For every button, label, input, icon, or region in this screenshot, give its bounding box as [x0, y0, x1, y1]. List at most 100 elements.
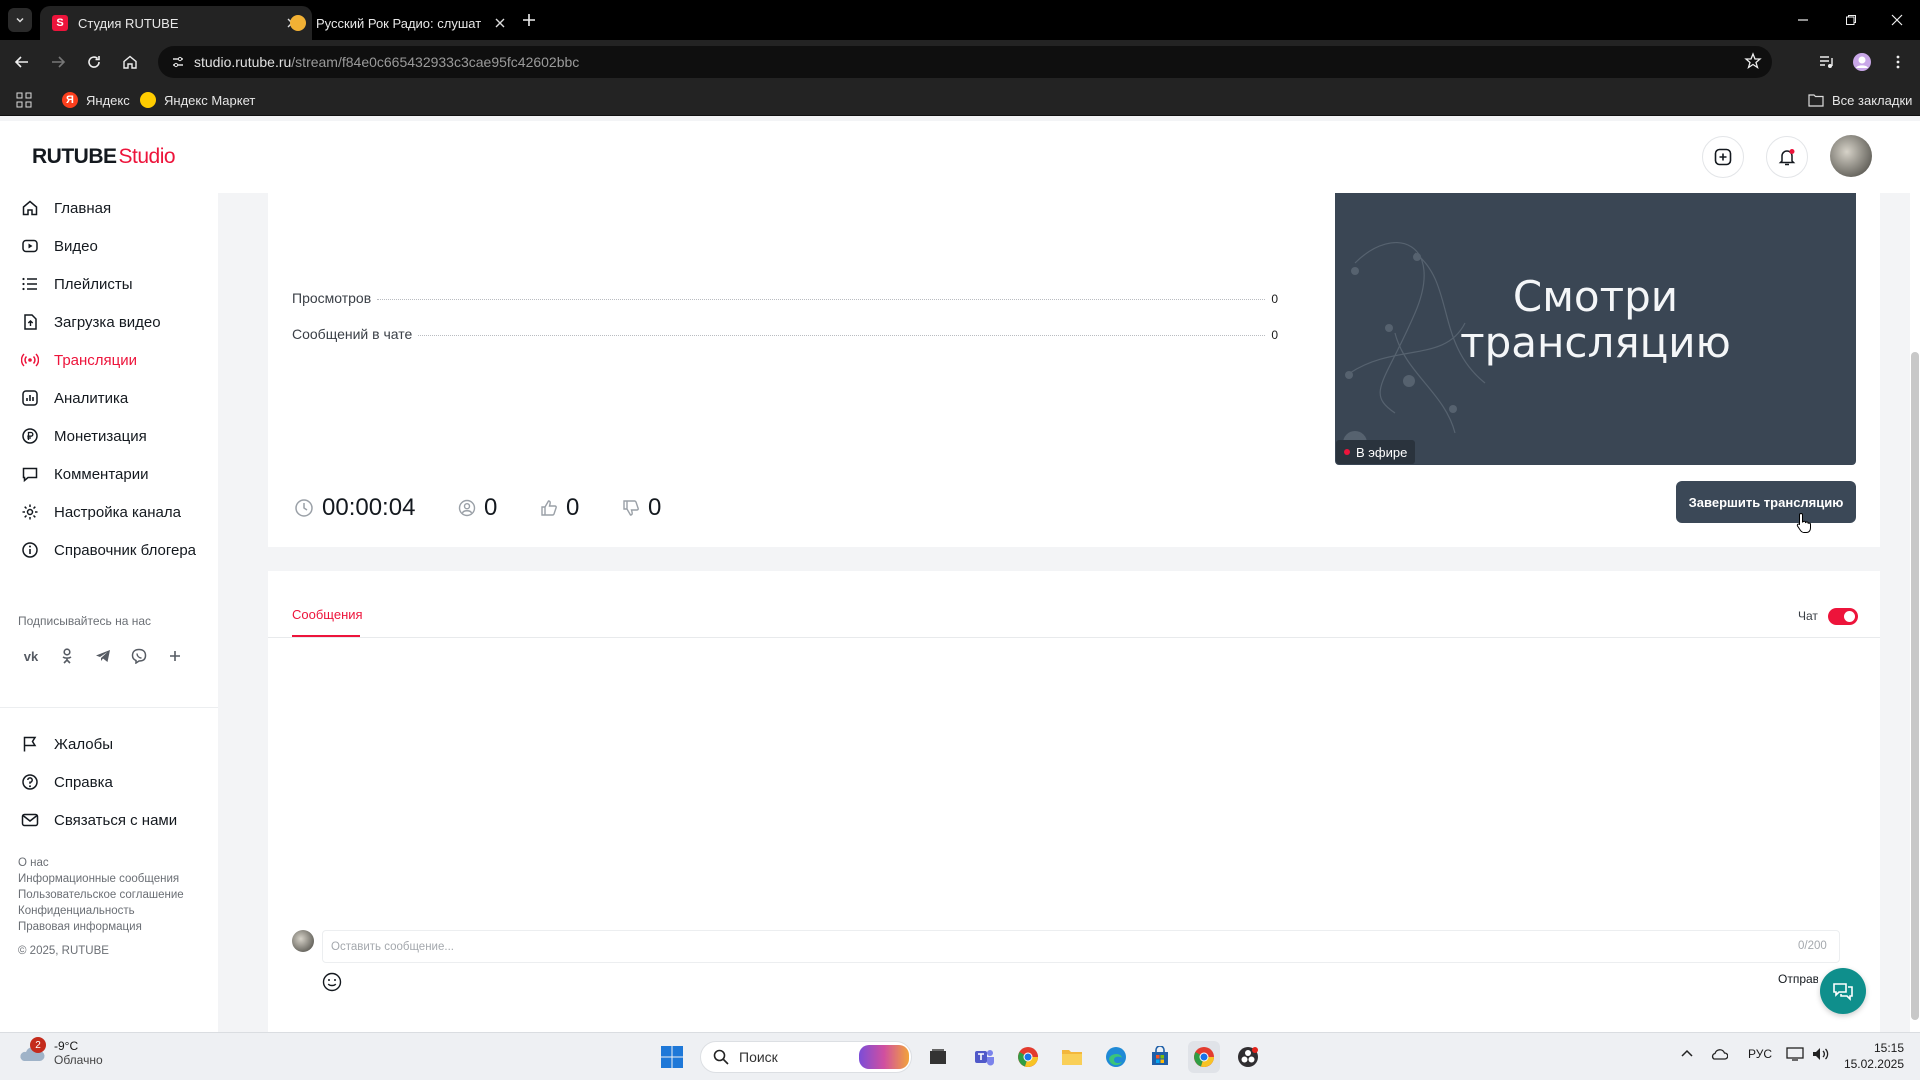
volume-icon[interactable] — [1812, 1047, 1830, 1061]
sidebar-item-label: Справочник блогера — [54, 541, 197, 559]
rutube-studio-logo[interactable]: RUTUBE Studio — [32, 145, 176, 169]
bell-icon — [1778, 149, 1796, 166]
sidebar-item-label: Загрузка видео — [54, 313, 161, 331]
home-button[interactable] — [118, 50, 142, 74]
taskbar-app-edge[interactable] — [1100, 1041, 1132, 1073]
tab-search-button[interactable] — [8, 8, 32, 32]
search-icon — [713, 1049, 729, 1065]
duration-value: 00:00:04 — [322, 494, 416, 521]
info-icon — [20, 540, 40, 560]
taskbar-app-explorer-view[interactable] — [922, 1041, 954, 1073]
bookmark-yandex-market[interactable]: Яндекс Маркет — [140, 88, 255, 112]
minimize-button[interactable] — [1788, 8, 1818, 32]
restore-button[interactable] — [1836, 8, 1866, 32]
sidebar-item-video[interactable]: Видео — [20, 234, 98, 258]
weather-widget[interactable]: -9°C Облачно — [16, 1039, 103, 1067]
footer-link-about[interactable]: О нас — [18, 857, 49, 869]
folder-icon — [1808, 94, 1824, 107]
stat-dots — [377, 299, 1266, 300]
bookmark-star-icon[interactable] — [1744, 52, 1762, 70]
tab-title: Русский Рок Радио: слушать онлайн — [316, 15, 482, 31]
footer-link-legal[interactable]: Правовая информация — [18, 921, 142, 933]
sidebar-item-label: Справка — [54, 773, 113, 791]
create-button[interactable] — [1702, 136, 1744, 178]
forward-button[interactable] — [46, 50, 70, 74]
sidebar-item-comments[interactable]: Комментарии — [20, 462, 148, 486]
close-window-button[interactable] — [1882, 8, 1912, 32]
sidebar-item-home[interactable]: Главная — [20, 196, 111, 220]
viewers-counter: 0 — [458, 494, 497, 522]
viber-icon[interactable] — [127, 644, 151, 668]
weather-badge: 2 — [30, 1037, 46, 1053]
language-indicator[interactable]: РУС — [1748, 1047, 1772, 1061]
sidebar-item-playlists[interactable]: Плейлисты — [20, 272, 133, 296]
taskbar-app-chrome-active[interactable] — [1188, 1041, 1220, 1073]
sidebar-item-broadcasts[interactable]: Трансляции — [20, 348, 137, 372]
send-message-button[interactable]: Отправить — [1778, 972, 1818, 986]
browser-menu-button[interactable] — [1886, 50, 1910, 74]
browser-tab[interactable]: Русский Рок Радио: слушать онлайн — [278, 6, 520, 40]
profile-button[interactable] — [1850, 50, 1874, 74]
tab-messages[interactable]: Сообщения — [292, 607, 363, 622]
all-bookmarks-button[interactable]: Все закладки — [1808, 88, 1912, 112]
chrome-icon — [1194, 1047, 1214, 1067]
onedrive-icon[interactable] — [1710, 1047, 1728, 1061]
address-bar[interactable]: studio.rutube.ru/stream/f84e0c665432933c… — [158, 46, 1772, 78]
comments-icon — [20, 464, 40, 484]
end-stream-button[interactable]: Завершить трансляцию — [1676, 481, 1856, 523]
bookmark-yandex[interactable]: Я Яндекс — [62, 88, 130, 112]
footer-link-info[interactable]: Информационные сообщения — [18, 873, 179, 885]
back-button[interactable] — [10, 50, 34, 74]
sidebar-item-monetization[interactable]: Монетизация — [20, 424, 147, 448]
sidebar-item-channel-settings[interactable]: Настройка канала — [20, 500, 181, 524]
taskbar-app-obs[interactable] — [1232, 1041, 1264, 1073]
apps-button[interactable] — [16, 88, 32, 112]
sidebar-item-label: Видео — [54, 237, 98, 255]
task-view-icon — [930, 1049, 946, 1064]
media-controls-button[interactable] — [1814, 50, 1838, 74]
footer-link-terms[interactable]: Пользовательское соглашение — [18, 889, 184, 901]
footer-link-privacy[interactable]: Конфиденциальность — [18, 905, 135, 917]
sidebar-item-label: Жалобы — [54, 735, 113, 753]
broadcast-icon — [20, 350, 40, 370]
user-avatar[interactable] — [1830, 135, 1872, 177]
taskbar-app-file-explorer[interactable] — [1056, 1041, 1088, 1073]
sidebar-item-contact[interactable]: Связаться с нами — [20, 808, 177, 832]
sidebar-item-label: Плейлисты — [54, 275, 133, 293]
vk-icon[interactable]: vk — [19, 644, 43, 668]
ok-icon[interactable] — [55, 644, 79, 668]
char-counter: 0/200 — [1798, 940, 1827, 952]
windows-logo-icon — [661, 1046, 683, 1068]
message-input[interactable] — [322, 930, 1840, 963]
sidebar-item-upload[interactable]: Загрузка видео — [20, 310, 161, 334]
sidebar-item-label: Главная — [54, 199, 112, 217]
taskbar-app-chrome[interactable] — [1012, 1041, 1044, 1073]
chrome-icon — [1018, 1047, 1038, 1067]
taskbar-app-store[interactable] — [1144, 1041, 1176, 1073]
notifications-button[interactable] — [1766, 136, 1808, 178]
home-icon — [123, 55, 137, 69]
sidebar-item-analytics[interactable]: Аналитика — [20, 386, 128, 410]
taskbar-search[interactable]: Поиск — [700, 1041, 912, 1073]
more-icon[interactable] — [163, 644, 187, 668]
browser-tab-active[interactable]: S Студия RUTUBE — [40, 6, 312, 40]
telegram-icon[interactable] — [91, 644, 115, 668]
close-tab-icon[interactable] — [492, 15, 508, 31]
chat-toggle[interactable] — [1828, 608, 1858, 625]
stream-preview[interactable]: Смотри трансляцию — [1335, 193, 1856, 465]
emoji-button[interactable] — [320, 970, 344, 994]
taskbar-clock[interactable]: 15:15 15.02.2025 — [1840, 1040, 1904, 1072]
tray-overflow-icon[interactable] — [1680, 1047, 1694, 1061]
site-info-icon[interactable] — [162, 46, 194, 78]
taskbar-app-teams[interactable] — [968, 1041, 1000, 1073]
start-button[interactable] — [656, 1041, 688, 1073]
support-chat-button[interactable] — [1820, 968, 1866, 1014]
network-icon[interactable] — [1786, 1047, 1804, 1061]
sidebar-item-blogger-guide[interactable]: Справочник блогера — [20, 538, 196, 562]
page-scrollbar-thumb[interactable] — [1911, 352, 1919, 1020]
new-tab-button[interactable] — [518, 9, 540, 31]
sidebar-item-help[interactable]: Справка — [20, 770, 113, 794]
home-icon — [20, 198, 40, 218]
reload-button[interactable] — [82, 50, 106, 74]
sidebar-item-complaints[interactable]: Жалобы — [20, 732, 113, 756]
